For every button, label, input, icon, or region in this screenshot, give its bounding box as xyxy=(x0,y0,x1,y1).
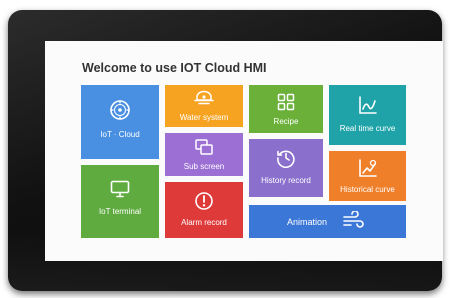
stacked-windows-icon xyxy=(195,139,213,155)
line-chart-icon xyxy=(358,96,377,114)
tile-real-time-curve[interactable]: Real time curve xyxy=(329,85,406,145)
tile-historical-curve-label: Historical curve xyxy=(340,185,395,194)
tile-animation-label: Animation xyxy=(287,217,328,227)
tile-historical-curve[interactable]: Historical curve xyxy=(329,151,406,201)
tile-recipe-label: Recipe xyxy=(273,117,299,126)
tile-sub-screen-label: Sub screen xyxy=(183,162,225,171)
tile-sub-screen[interactable]: Sub screen xyxy=(165,133,243,176)
page-title: Welcome to use IOT Cloud HMI xyxy=(82,61,267,75)
tile-alarm-record[interactable]: Alarm record xyxy=(165,182,243,238)
iot-badge-icon xyxy=(110,100,130,120)
tile-water-system-label: Water system xyxy=(179,113,229,122)
curve-chart-icon xyxy=(358,159,377,177)
tile-animation[interactable]: Animation xyxy=(249,205,406,238)
alert-circle-icon xyxy=(195,192,213,210)
hmi-screen: Welcome to use IOT Cloud HMI IoT · Cloud… xyxy=(45,41,443,261)
wind-icon xyxy=(343,211,364,228)
tile-history-record-label: History record xyxy=(261,176,311,185)
tile-iot-cloud[interactable]: IoT · Cloud xyxy=(81,85,159,159)
pump-icon xyxy=(194,90,214,105)
monitor-icon xyxy=(110,180,130,198)
grid-icon xyxy=(277,93,295,111)
tile-iot-terminal-label: IoT terminal xyxy=(98,207,142,216)
history-clock-icon xyxy=(277,150,295,168)
tile-history-record[interactable]: History record xyxy=(249,139,323,197)
tile-iot-terminal[interactable]: IoT terminal xyxy=(81,165,159,238)
tile-alarm-record-label: Alarm record xyxy=(181,218,227,227)
tile-iot-cloud-label: IoT · Cloud xyxy=(100,130,140,139)
tile-recipe[interactable]: Recipe xyxy=(249,85,323,133)
tile-water-system[interactable]: Water system xyxy=(165,85,243,127)
tile-real-time-curve-label: Real time curve xyxy=(339,124,396,133)
hmi-device-bezel: Welcome to use IOT Cloud HMI IoT · Cloud… xyxy=(8,10,443,291)
